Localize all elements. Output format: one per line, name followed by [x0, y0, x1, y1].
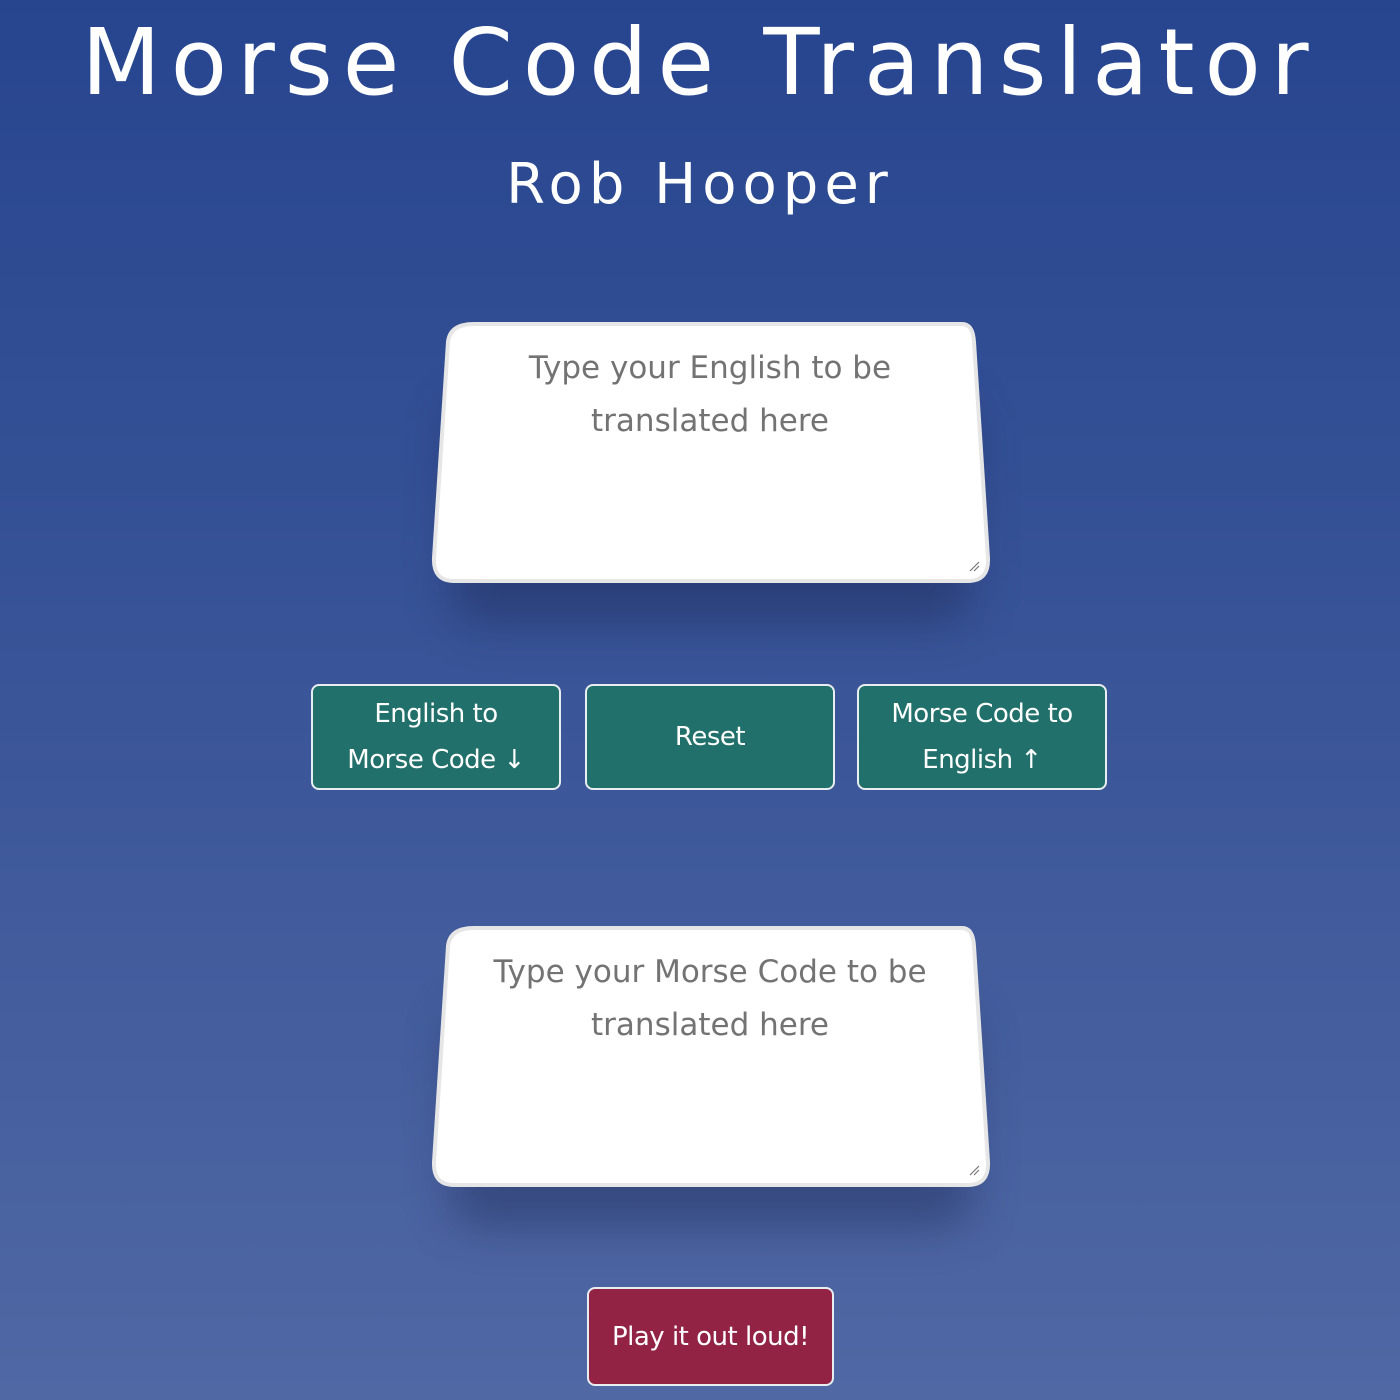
- arrow-up-icon: ↑: [1020, 745, 1042, 775]
- english-input[interactable]: [460, 342, 960, 542]
- english-input-container: [430, 322, 992, 624]
- play-audio-label: Play it out loud!: [611, 1321, 810, 1352]
- morse-input[interactable]: [460, 946, 960, 1146]
- english-to-morse-button[interactable]: English to Morse Code ↓: [311, 684, 561, 790]
- reset-label: Reset: [674, 722, 746, 752]
- author-name: Rob Hooper: [506, 152, 894, 217]
- morse-input-container: [430, 926, 992, 1228]
- resize-grip-icon[interactable]: [968, 560, 980, 572]
- morse-to-english-label-line2: English: [922, 745, 1013, 775]
- morse-to-english-button[interactable]: Morse Code to English ↑: [857, 684, 1107, 790]
- page-title: Morse Code Translator: [81, 9, 1319, 116]
- arrow-down-icon: ↓: [503, 745, 525, 775]
- english-to-morse-label-line1: English to: [374, 699, 498, 729]
- resize-grip-icon[interactable]: [968, 1164, 980, 1176]
- english-to-morse-label-line2: Morse Code: [347, 745, 496, 775]
- reset-button[interactable]: Reset: [585, 684, 835, 790]
- play-audio-button[interactable]: Play it out loud!: [587, 1287, 834, 1386]
- morse-to-english-label-line1: Morse Code to: [891, 699, 1073, 729]
